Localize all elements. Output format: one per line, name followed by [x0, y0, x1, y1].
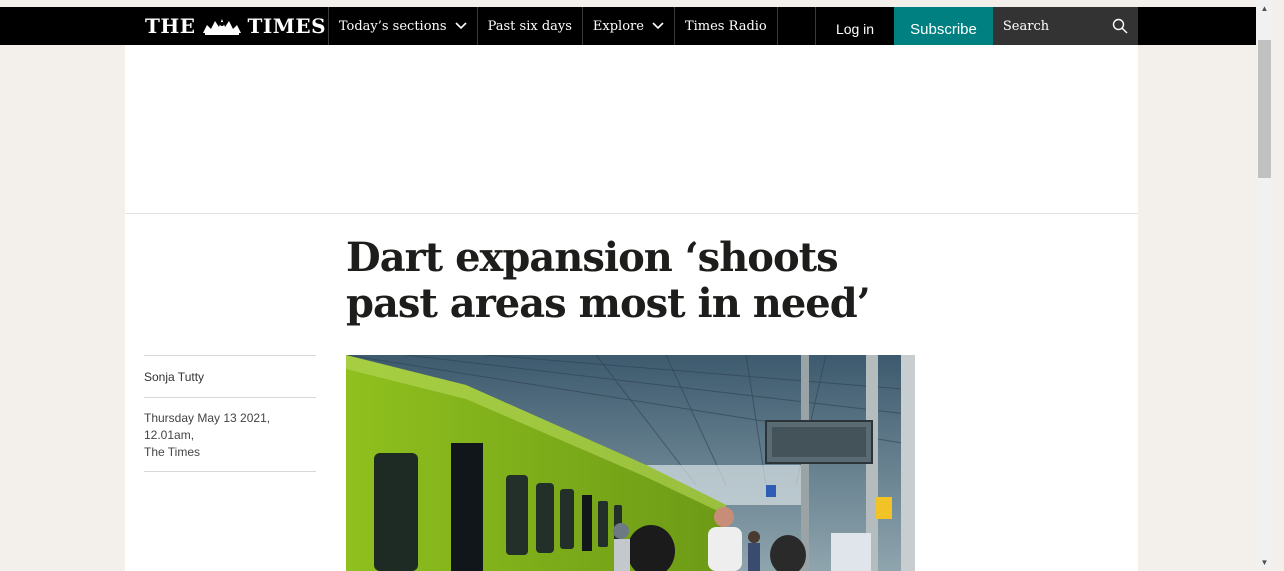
top-navigation-inner: THE TIMES Today’s sections Past six days… [137, 7, 1139, 45]
meta-divider [144, 471, 316, 472]
article-date: Thursday May 13 2021, 12.01am, [144, 411, 271, 442]
search-icon [1112, 18, 1128, 34]
article-content-area: Dart expansion ‘shoots past areas most i… [125, 45, 1138, 571]
article-meta: Sonja Tutty Thursday May 13 2021, 12.01a… [144, 355, 316, 472]
subscribe-button[interactable]: Subscribe [894, 7, 993, 45]
nav-times-radio[interactable]: Times Radio [673, 7, 777, 45]
times-logo[interactable]: THE TIMES [137, 7, 328, 45]
top-navigation-bar: THE TIMES Today’s sections Past six days… [0, 7, 1256, 45]
search-label: Search [1002, 18, 1050, 34]
advertisement-slot [125, 45, 1138, 214]
nav-todays-sections[interactable]: Today’s sections [327, 7, 477, 45]
search-button[interactable]: Search [992, 7, 1139, 45]
nav-past-six-days[interactable]: Past six days [476, 7, 582, 45]
article-dateline: Thursday May 13 2021, 12.01am, The Times [144, 398, 316, 471]
chevron-down-icon [455, 22, 467, 30]
royal-crest-icon [202, 19, 241, 35]
article-hero-image [346, 355, 915, 571]
page-scrollbar[interactable]: ▲ ▼ [1256, 0, 1273, 571]
scroll-up-arrow-icon[interactable]: ▲ [1256, 0, 1273, 17]
article-headline: Dart expansion ‘shoots past areas most i… [346, 234, 871, 327]
article-author[interactable]: Sonja Tutty [144, 356, 316, 397]
subscribe-label: Subscribe [910, 20, 977, 38]
nav-times-radio-label: Times Radio [684, 18, 767, 34]
login-label: Log in [835, 21, 875, 37]
nav-past-six-days-label: Past six days [487, 18, 572, 34]
scrollbar-thumb[interactable] [1258, 40, 1271, 178]
nav-explore-label: Explore [592, 18, 644, 34]
scroll-down-arrow-icon[interactable]: ▼ [1256, 554, 1273, 571]
nav-explore[interactable]: Explore [581, 7, 674, 45]
nav-divider [776, 7, 816, 45]
article-publication: The Times [144, 445, 201, 459]
train-station-photo [346, 355, 915, 571]
logo-text-the: THE [145, 14, 196, 38]
nav-todays-sections-label: Today’s sections [338, 18, 447, 34]
login-button[interactable]: Log in [816, 7, 894, 45]
chevron-down-icon [652, 22, 664, 30]
logo-text-times: TIMES [247, 14, 327, 38]
